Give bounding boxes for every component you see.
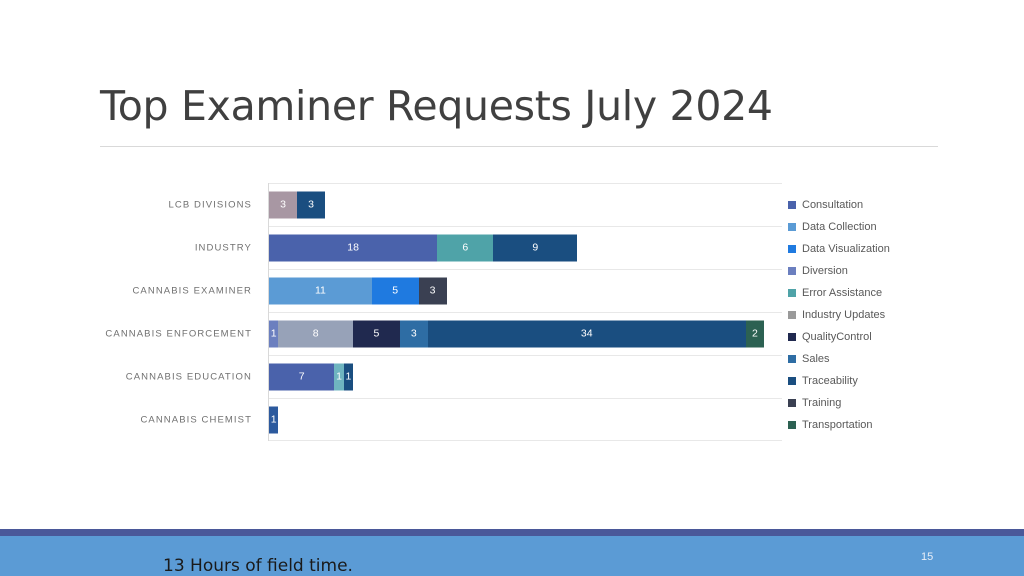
bar-segment[interactable]: 1	[269, 320, 279, 347]
bar-segment[interactable]: 3	[418, 277, 447, 304]
legend-item[interactable]: Traceability	[788, 370, 968, 392]
legend-label: Data Collection	[802, 221, 877, 233]
bar-segment[interactable]: 11	[269, 277, 372, 304]
legend-item[interactable]: Error Assistance	[788, 282, 968, 304]
bar-segment[interactable]: 9	[493, 234, 578, 261]
legend-item[interactable]: Transportation	[788, 414, 968, 436]
legend-item[interactable]: Industry Updates	[788, 304, 968, 326]
category-label-row: INDUSTRY	[136, 226, 260, 269]
title-block: Top Examiner Requests July 2024	[100, 82, 940, 130]
page-title: Top Examiner Requests July 2024	[100, 82, 773, 130]
category-label-row: CANNABIS EXAMINER	[132, 269, 260, 312]
gridline	[269, 355, 782, 356]
stacked-bar[interactable]: 1	[269, 406, 279, 433]
legend-label: Training	[802, 397, 842, 409]
gridline	[269, 226, 782, 227]
bar-segment[interactable]: 6	[437, 234, 494, 261]
table-row: 1	[269, 398, 782, 441]
bar-segment[interactable]: 3	[399, 320, 428, 347]
legend-item[interactable]: QualityControl	[788, 326, 968, 348]
stacked-bar[interactable]: 18 6 9	[269, 234, 578, 261]
legend-swatch-icon	[788, 223, 796, 231]
category-label: LCB DIVISIONS	[168, 199, 252, 210]
footer-note: 13 Hours of field time.	[163, 556, 353, 576]
category-label-row: LCB DIVISIONS	[136, 183, 260, 226]
title-underline-divider	[100, 146, 938, 147]
legend-item[interactable]: Data Visualization	[788, 238, 968, 260]
bar-segment[interactable]: 1	[343, 363, 354, 390]
bar-segment[interactable]: 34	[427, 320, 746, 347]
legend-label: QualityControl	[802, 331, 872, 343]
chart-plot-wrapper: LCB DIVISIONS INDUSTRY CANNABIS EXAMINER CA…	[105, 183, 782, 441]
stacked-bar[interactable]: 11 5 3	[269, 277, 447, 304]
table-row: 33	[269, 183, 782, 226]
table-row: 18 6 9	[269, 226, 782, 269]
stacked-bar[interactable]: 33	[269, 191, 326, 218]
legend-label: Data Visualization	[802, 243, 890, 255]
legend-swatch-icon	[788, 201, 796, 209]
legend-label: Transportation	[802, 419, 873, 431]
bar-segment[interactable]: 3	[297, 191, 326, 218]
bar-segment[interactable]: 18	[269, 234, 438, 261]
legend-swatch-icon	[788, 267, 796, 275]
legend-swatch-icon	[788, 311, 796, 319]
category-axis: LCB DIVISIONS INDUSTRY CANNABIS EXAMINER CA…	[105, 183, 260, 441]
gridline	[269, 312, 782, 313]
slide-number: 15	[921, 551, 934, 563]
legend-swatch-icon	[788, 355, 796, 363]
table-row: 711	[269, 355, 782, 398]
gridline	[269, 183, 782, 184]
legend-label: Error Assistance	[802, 287, 883, 299]
legend-swatch-icon	[788, 245, 796, 253]
category-label-row: CANNABIS EDUCATION	[126, 355, 260, 398]
bar-segment[interactable]: 8	[278, 320, 354, 347]
legend-swatch-icon	[788, 399, 796, 407]
legend-item[interactable]: Data Collection	[788, 216, 968, 238]
bar-segment[interactable]: 7	[269, 363, 335, 390]
category-label: CANNABIS ENFORCEMENT	[105, 328, 252, 339]
legend-item[interactable]: Training	[788, 392, 968, 414]
bar-segment[interactable]: 1	[334, 363, 344, 390]
stacked-bar[interactable]: 711	[269, 363, 354, 390]
category-label-row: CANNABIS ENFORCEMENT	[105, 312, 260, 355]
gridline	[269, 440, 782, 441]
legend-item[interactable]: Consultation	[788, 194, 968, 216]
legend-swatch-icon	[788, 333, 796, 341]
category-label: CANNABIS CHEMIST	[140, 414, 252, 425]
gridline	[269, 269, 782, 270]
footer-accent-stripe	[0, 529, 1024, 536]
legend-label: Consultation	[802, 199, 864, 211]
bar-segment[interactable]: 5	[353, 320, 400, 347]
legend-label: Industry Updates	[802, 309, 886, 321]
footer-banner	[0, 536, 1024, 576]
bar-segment[interactable]: 1	[269, 406, 279, 433]
gridline	[269, 398, 782, 399]
bar-segment[interactable]: 5	[371, 277, 419, 304]
legend-swatch-icon	[788, 377, 796, 385]
legend-label: Diversion	[802, 265, 848, 277]
legend-item[interactable]: Diversion	[788, 260, 968, 282]
bar-segment[interactable]: 3	[269, 191, 298, 218]
bar-segment[interactable]: 2	[745, 320, 765, 347]
legend-item[interactable]: Sales	[788, 348, 968, 370]
legend-swatch-icon	[788, 289, 796, 297]
legend-label: Sales	[802, 353, 830, 365]
table-row: 11 5 3	[269, 269, 782, 312]
stacked-bar-chart: LCB DIVISIONS INDUSTRY CANNABIS EXAMINER CA…	[105, 183, 782, 441]
plot-area: 3 3 18 6 9 11 5 3 1 8 5 3 34 2 7 1 1 1	[268, 183, 782, 441]
category-label: CANNABIS EDUCATION	[125, 371, 252, 382]
category-label: INDUSTRY	[194, 242, 252, 253]
legend-label: Traceability	[802, 375, 858, 387]
table-row: 1 8 5 3 34 2	[269, 312, 782, 355]
category-label-row: CANNABIS CHEMIST	[136, 398, 260, 441]
category-label: CANNABIS EXAMINER	[132, 285, 252, 296]
slide-canvas: Top Examiner Requests July 2024 LCB DIVI…	[0, 0, 1024, 576]
legend-swatch-icon	[788, 421, 796, 429]
chart-legend: Consultation Data Collection Data Visualiz…	[788, 194, 968, 436]
stacked-bar[interactable]: 1 8 5 3 34 2	[269, 320, 765, 347]
